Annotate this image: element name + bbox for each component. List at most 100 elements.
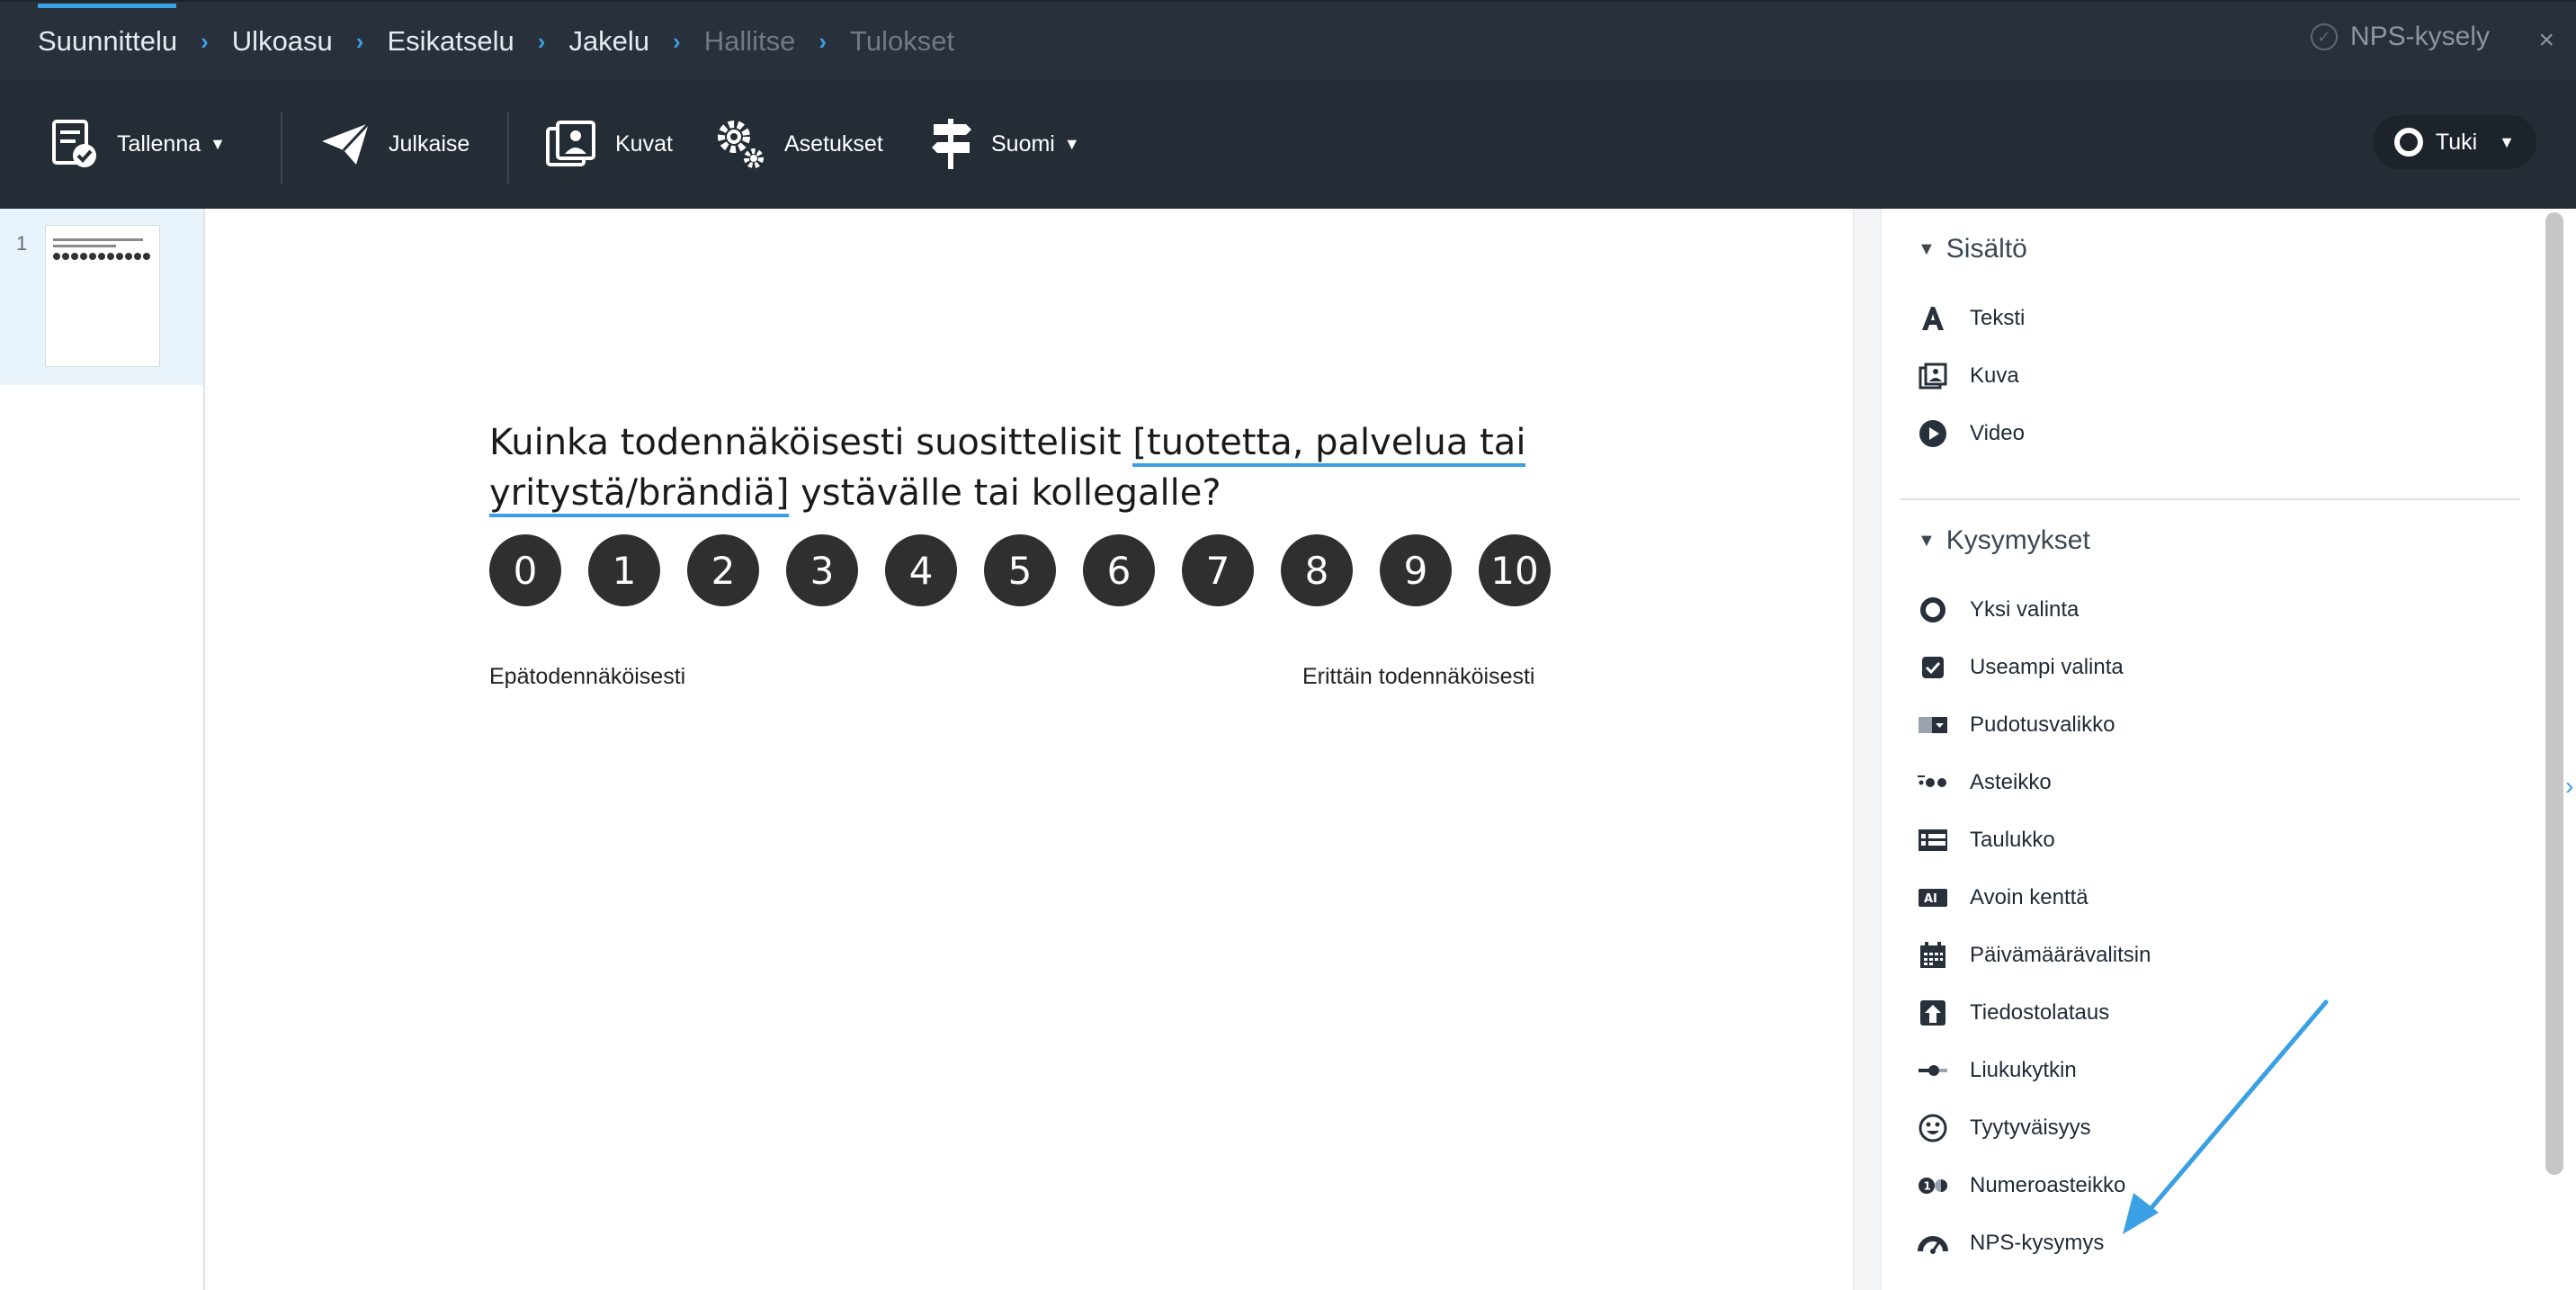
radio-icon [1918,595,1948,625]
element-label: Tiedostolataus [1970,1000,2110,1025]
checkbox-icon [1918,652,1948,683]
sidebar-scrollbar-thumb[interactable] [2545,212,2563,1175]
page-thumbnail[interactable] [45,225,160,367]
element-slider[interactable]: Liukukytkin [1918,1053,2077,1088]
element-label: Avoin kenttä [1970,885,2089,909]
tab-manage[interactable]: Hallitse [704,2,796,81]
panel-gutter [1853,209,1882,1290]
element-date-picker[interactable]: Päivämäärävalitsin [1918,937,2151,973]
thumb-text-line [53,238,143,241]
chevron-right-icon: › [818,27,827,55]
element-single-choice[interactable]: Yksi valinta [1918,592,2079,628]
element-nps-question[interactable]: NPS-kysymys [1918,1225,2104,1261]
scale-label-high: Erittäin todennäköisesti [1302,664,1535,689]
lifebuoy-icon [2393,128,2423,157]
nps-option-6[interactable]: 6 [1083,534,1155,606]
nps-option-5[interactable]: 5 [984,534,1056,606]
page-thumbnail-row[interactable]: 1 [0,209,203,385]
gauge-icon [1918,1228,1948,1259]
element-file-upload[interactable]: Tiedostolataus [1918,995,2109,1031]
chevron-right-icon[interactable]: › [2565,772,2573,801]
toolbar-divider [507,112,509,184]
text-field-icon: AI [1918,882,1948,913]
question-text-after: ystävälle tai kollegalle? [789,472,1221,514]
page-number: 1 [16,232,28,255]
chevron-right-icon: › [201,27,209,55]
tab-design[interactable]: Suunnittelu [38,2,177,81]
language-button[interactable]: Suomi ▼ [930,79,1080,209]
element-label: Numeroasteikko [1970,1173,2126,1197]
support-label: Tuki [2435,129,2478,155]
element-open-field[interactable]: AI Avoin kenttä [1918,880,2089,916]
dropdown-icon [1918,710,1948,740]
check-circle-icon: ✓ [2310,23,2338,50]
element-label: Teksti [1970,306,2026,330]
publish-button[interactable]: Julkaise [320,79,470,209]
toolbar-divider [281,112,282,184]
signpost-icon [932,119,971,169]
nps-option-8[interactable]: 8 [1281,534,1353,606]
tab-distribution[interactable]: Jakelu [568,2,649,81]
tab-results[interactable]: Tulokset [850,2,954,81]
publish-label: Julkaise [389,130,470,157]
images-button[interactable]: Kuvat [545,79,673,209]
element-image[interactable]: Kuva [1918,358,2019,394]
scale-label-low: Epätodennäköisesti [489,664,686,689]
triangle-down-icon: ▼ [1918,530,1936,551]
images-label: Kuvat [615,130,673,157]
element-label: Yksi valinta [1970,597,2080,622]
survey-title-text: NPS-kysely [2349,22,2490,51]
nps-scale: 0 1 2 3 4 5 6 7 8 9 10 [489,534,1551,606]
content-section-title: Sisältö [1945,234,2027,264]
nps-option-1[interactable]: 1 [588,534,660,606]
element-label: Tyytyväisyys [1970,1115,2091,1140]
nps-option-0[interactable]: 0 [489,534,561,606]
element-text[interactable]: Teksti [1918,300,2025,336]
image-icon [1918,361,1948,391]
questions-section-header[interactable]: ▼ Kysymykset [1918,525,2090,556]
element-number-scale[interactable]: 1 Numeroasteikko [1918,1168,2125,1204]
element-scale[interactable]: Asteikko [1918,765,2052,801]
element-table[interactable]: Taulukko [1918,822,2055,858]
nps-option-9[interactable]: 9 [1380,534,1452,606]
save-document-icon [52,120,96,167]
close-icon[interactable]: × [2538,25,2554,56]
question-title[interactable]: Kuinka todennäköisesti suosittelisit [tu… [489,417,1587,518]
nps-option-10[interactable]: 10 [1479,534,1551,606]
content-section-header[interactable]: ▼ Sisältö [1918,234,2027,264]
number-scale-icon: 1 [1918,1170,1948,1201]
svg-text:AI: AI [1924,892,1937,906]
element-dropdown[interactable]: Pudotusvalikko [1918,707,2115,743]
tab-layout[interactable]: Ulkoasu [232,2,333,81]
element-label: Useampi valinta [1970,655,2124,679]
caret-down-icon: ▼ [1063,134,1080,153]
element-label: Video [1970,421,2025,445]
chevron-right-icon: › [355,27,364,55]
element-label: Taulukko [1970,828,2055,852]
settings-button[interactable]: Asetukset [714,79,883,209]
top-navigation: Suunnittelu › Ulkoasu › Esikatselu › Jak… [0,0,2576,79]
element-satisfaction[interactable]: Tyytyväisyys [1918,1110,2091,1146]
elements-panel: ▼ Sisältö Teksti Kuva Video ▼ Kysymykset… [1882,209,2544,1290]
thumb-scale [53,253,152,260]
section-divider [1900,498,2520,500]
element-multiple-choice[interactable]: Useampi valinta [1918,649,2124,685]
images-icon [546,121,595,166]
save-button[interactable]: Tallenna ▼ [50,79,226,209]
caret-down-icon: ▼ [210,134,226,153]
tab-preview[interactable]: Esikatselu [387,2,514,81]
nps-option-2[interactable]: 2 [687,534,759,606]
support-button[interactable]: Tuki ▼ [2372,115,2536,169]
nps-option-4[interactable]: 4 [885,534,957,606]
nps-option-3[interactable]: 3 [786,534,858,606]
nps-option-7[interactable]: 7 [1182,534,1254,606]
gears-icon [718,121,764,168]
smiley-icon [1918,1113,1948,1143]
element-label: Asteikko [1970,770,2052,794]
element-label: Päivämäärävalitsin [1970,943,2151,967]
element-video[interactable]: Video [1918,416,2025,452]
scale-icon [1918,767,1948,798]
save-label: Tallenna [117,130,201,157]
element-label: Liukukytkin [1970,1058,2077,1082]
slider-icon [1918,1055,1948,1086]
